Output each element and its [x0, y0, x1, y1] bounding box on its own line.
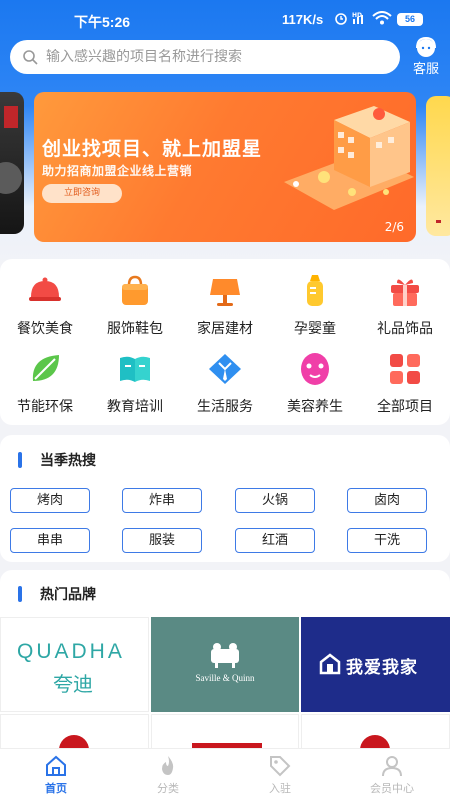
flame-icon: [162, 756, 174, 775]
home-icon: [46, 755, 66, 776]
hot-tag[interactable]: 红酒: [235, 528, 315, 553]
category-label: 服饰鞋包: [107, 321, 163, 337]
tab-home[interactable]: 首页: [0, 749, 112, 800]
hot-search-section: 当季热搜 烤肉 炸串 火锅 卤肉 串串 服装 红酒 干洗: [0, 435, 450, 562]
brand-name-en: QUADHA: [17, 640, 125, 663]
category-label: 家居建材: [197, 321, 253, 337]
brand-card-quadha[interactable]: QUADHA 夸迪: [0, 617, 149, 712]
food-cloche-icon: [29, 277, 61, 301]
open-book-icon: [120, 356, 150, 382]
category-label: 全部项目: [377, 399, 433, 415]
tab-label: 首页: [45, 782, 67, 795]
category-apparel[interactable]: 服饰鞋包: [90, 265, 180, 341]
hd-icon: HD: [352, 12, 363, 24]
user-icon: [382, 756, 402, 777]
baby-bottle-icon: [307, 275, 323, 306]
search-bar[interactable]: [10, 40, 400, 74]
hot-tag[interactable]: 烤肉: [10, 488, 90, 513]
category-education[interactable]: 教育培训: [90, 343, 180, 419]
gift-box-icon: [391, 279, 419, 306]
category-gifts[interactable]: 礼品饰品: [360, 265, 450, 341]
hot-search-title: 当季热搜: [18, 450, 96, 470]
category-baby[interactable]: 孕婴童: [270, 265, 360, 341]
shopping-bag-icon: [122, 275, 148, 305]
banner-page-indicator: 2/6: [384, 220, 404, 234]
battery-indicator: 56: [397, 13, 423, 26]
hot-brands-title: 热门品牌: [18, 584, 96, 604]
brand-logo-saville: [211, 643, 239, 668]
tab-category[interactable]: 分类: [112, 749, 224, 800]
category-all[interactable]: 全部项目: [360, 343, 450, 419]
category-label: 礼品饰品: [377, 321, 433, 337]
brand-card-saville[interactable]: Saville & Quinn: [151, 617, 299, 712]
hot-tag[interactable]: 炸串: [122, 488, 202, 513]
house-logo-icon: [319, 653, 341, 675]
category-label: 教育培训: [107, 399, 163, 415]
hot-tag[interactable]: 串串: [10, 528, 90, 553]
alarm-icon: [335, 13, 347, 25]
banner-consult-button[interactable]: 立即咨询: [42, 184, 122, 203]
customer-service-button[interactable]: 客服: [406, 36, 446, 77]
tab-member[interactable]: 会员中心: [336, 749, 448, 800]
search-icon: [23, 50, 38, 65]
brand-card-5i5j[interactable]: 我爱我家: [301, 617, 450, 712]
category-home[interactable]: 家居建材: [180, 265, 270, 341]
hot-tag[interactable]: 干洗: [347, 528, 427, 553]
network-speed: 117K/s: [282, 12, 324, 27]
category-label: 生活服务: [197, 399, 253, 415]
category-beauty[interactable]: 美容养生: [270, 343, 360, 419]
category-label: 孕婴童: [294, 321, 336, 337]
wifi-icon: [372, 11, 392, 25]
desk-lamp-icon: [210, 279, 240, 306]
hot-tag[interactable]: 卤肉: [347, 488, 427, 513]
tab-label: 会员中心: [370, 782, 414, 795]
hot-tag[interactable]: 火锅: [235, 488, 315, 513]
category-food[interactable]: 餐饮美食: [0, 265, 90, 341]
headset-avatar-icon: [416, 36, 436, 57]
brand-name-cn: 我爱我家: [346, 658, 418, 678]
hot-tag[interactable]: 服装: [122, 528, 202, 553]
leaf-icon: [32, 355, 59, 381]
customer-service-label: 客服: [412, 62, 439, 77]
promo-banner[interactable]: 创业找项目、就上加盟星 助力招商加盟企业线上营销 立即咨询 2/6: [34, 92, 416, 242]
category-label: 节能环保: [17, 399, 73, 415]
category-label: 餐饮美食: [17, 321, 73, 337]
grid-icon: [390, 354, 420, 384]
category-label: 美容养生: [287, 399, 343, 415]
tab-join[interactable]: 入驻: [224, 749, 336, 800]
banner-prev-peek[interactable]: [0, 92, 24, 234]
banner-next-peek[interactable]: [426, 96, 450, 236]
banner-title: 创业找项目、就上加盟星: [42, 138, 263, 160]
status-bar: 下午5:26 117K/s HD 56: [0, 0, 450, 36]
tab-label: 分类: [157, 782, 179, 795]
brand-name-en: Saville & Quinn: [195, 673, 255, 683]
category-grid: 餐饮美食 服饰鞋包 家居建材 孕婴童 礼品饰品 节能环保 教育培训 生活服务 美…: [0, 259, 450, 425]
tab-label: 入驻: [269, 782, 291, 795]
suit-tie-icon: [209, 354, 241, 384]
bottom-tab-bar: 首页 分类 入驻 会员中心: [0, 748, 450, 800]
search-input[interactable]: [46, 49, 386, 65]
banner-subtitle: 助力招商加盟企业线上营销: [42, 164, 193, 178]
category-services[interactable]: 生活服务: [180, 343, 270, 419]
status-time: 下午5:26: [74, 14, 131, 30]
tag-icon: [270, 756, 291, 777]
brand-name-cn: 夸迪: [53, 672, 93, 696]
category-eco[interactable]: 节能环保: [0, 343, 90, 419]
face-mask-icon: [301, 353, 329, 385]
